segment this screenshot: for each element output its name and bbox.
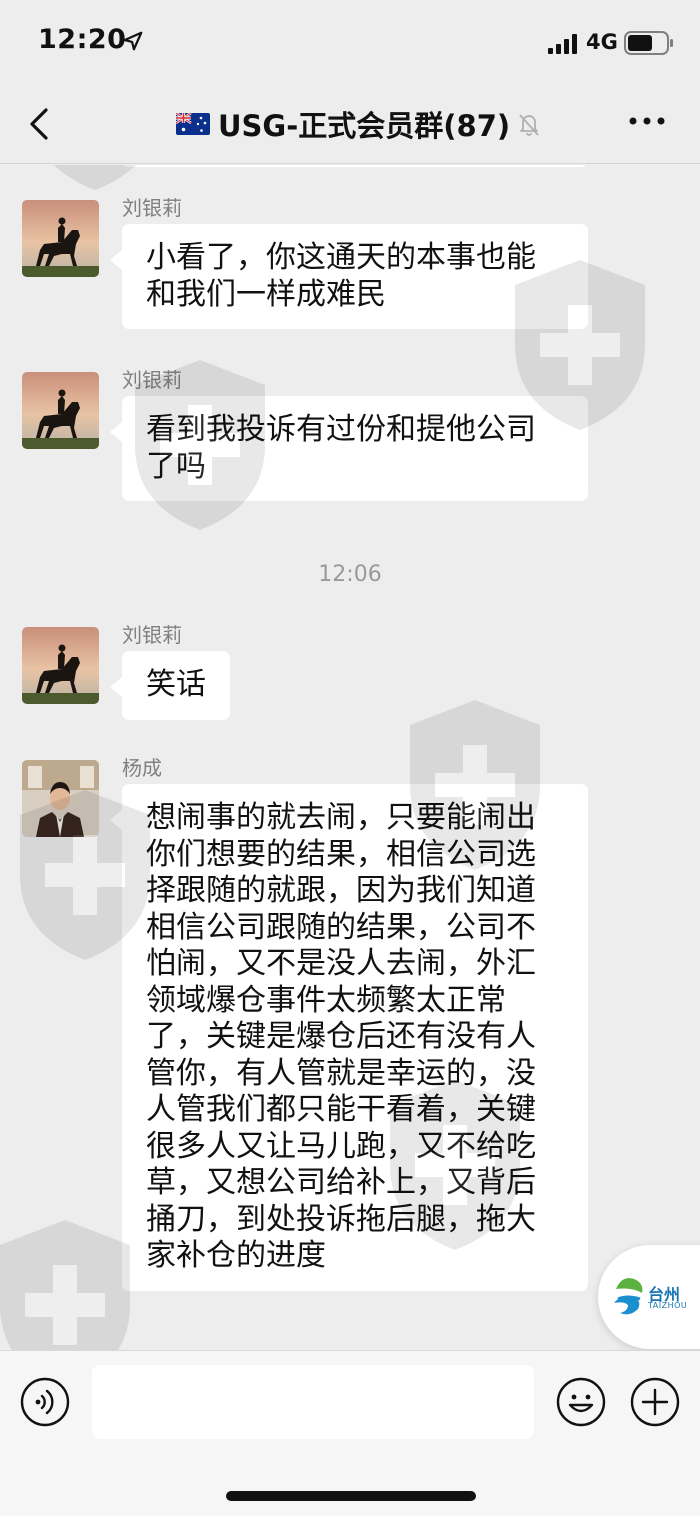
message-text: 看到我投诉有过份和提他公司 了吗 xyxy=(146,412,536,484)
location-arrow-icon xyxy=(123,31,143,51)
mute-bell-icon xyxy=(519,114,539,136)
message-input[interactable] xyxy=(92,1365,534,1439)
australia-flag-icon xyxy=(176,113,210,135)
back-chevron-icon[interactable] xyxy=(26,106,54,142)
home-indicator[interactable] xyxy=(226,1491,476,1501)
watermark-shield-icon xyxy=(0,1220,130,1350)
badge-subtitle: TAIZHOU xyxy=(648,1301,688,1310)
horse-rider-avatar[interactable] xyxy=(22,372,99,449)
taizhou-logo-icon xyxy=(614,1278,643,1315)
sender-name: 刘银莉 xyxy=(122,368,182,392)
horse-rider-avatar[interactable] xyxy=(22,200,99,277)
horse-rider-avatar[interactable] xyxy=(22,627,99,704)
message-bubble[interactable]: 想闹事的就去闹，只要能闹出 你们想要的结果，相信公司选 择跟随的就跟，因为我们知… xyxy=(110,784,588,1291)
chat-message-list[interactable]: 刘银莉 小看了，你这通天的本事也能 和我们一样成难民 刘银莉 看到我投诉有过份和… xyxy=(0,165,700,1350)
message-text: 小看了，你这通天的本事也能 和我们一样成难民 xyxy=(146,240,536,312)
network-label: 4G xyxy=(586,30,618,54)
more-dots-icon[interactable] xyxy=(628,114,666,128)
chat-timestamp: 12:06 xyxy=(318,562,382,587)
message-bubble[interactable]: 笑话 xyxy=(110,651,230,720)
status-time: 12:20 xyxy=(38,24,127,55)
plus-icon[interactable] xyxy=(630,1377,680,1427)
previous-message-edge xyxy=(122,165,587,167)
chat-input-bar xyxy=(0,1350,700,1516)
signal-icon xyxy=(548,34,577,54)
emoji-icon[interactable] xyxy=(556,1377,606,1427)
sender-name: 刘银莉 xyxy=(122,623,182,647)
voice-icon[interactable] xyxy=(20,1377,70,1427)
status-bar: 12:20 4G xyxy=(0,0,700,84)
message-text: 想闹事的就去闹，只要能闹出 你们想要的结果，相信公司选 择跟随的就跟，因为我们知… xyxy=(146,800,536,1273)
watermark-shield-icon xyxy=(54,165,136,190)
chat-title: USG-正式会员群(87) xyxy=(218,109,511,143)
chat-header: USG-正式会员群(87) xyxy=(0,84,700,164)
sender-name: 杨成 xyxy=(122,756,162,780)
message-bubble[interactable]: 小看了，你这通天的本事也能 和我们一样成难民 xyxy=(110,224,588,329)
message-text: 笑话 xyxy=(146,667,206,702)
chat-title-group[interactable]: USG-正式会员群(87) xyxy=(176,102,542,146)
message-bubble[interactable]: 看到我投诉有过份和提他公司 了吗 xyxy=(110,396,588,501)
battery-icon xyxy=(624,31,673,55)
man-in-suit-avatar[interactable] xyxy=(22,760,99,837)
sender-name: 刘银莉 xyxy=(122,196,182,220)
floating-app-badge[interactable]: 台州 TAIZHOU xyxy=(598,1245,700,1349)
